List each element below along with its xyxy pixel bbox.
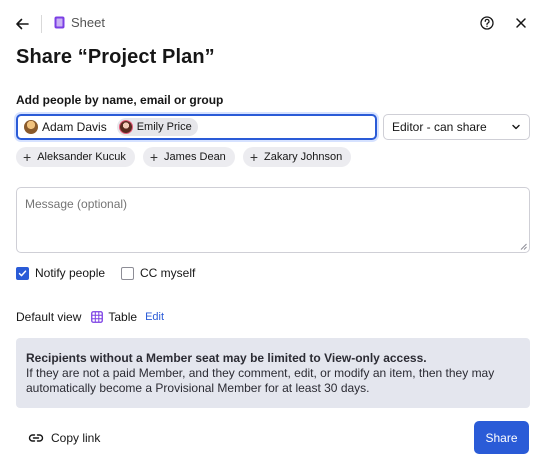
sheet-icon xyxy=(54,16,65,29)
copy-link-label: Copy link xyxy=(51,431,101,445)
dialog-title: Share “Project Plan” xyxy=(16,46,215,68)
default-view-value: Table xyxy=(91,310,137,324)
default-view-text: Table xyxy=(108,310,138,324)
dialog-header: Sheet xyxy=(0,0,544,48)
add-people-label: Add people by name, email or group xyxy=(16,93,224,107)
role-select-value: Editor - can share xyxy=(392,120,487,134)
avatar xyxy=(118,120,133,134)
copy-link-button[interactable]: Copy link xyxy=(28,431,100,445)
chevron-down-icon xyxy=(512,124,520,130)
suggested-people: + Aleksander Kucuk + James Dean + Zakary… xyxy=(16,147,352,167)
doc-type-label: Sheet xyxy=(71,15,105,30)
plus-icon: + xyxy=(149,149,159,165)
plus-icon: + xyxy=(23,149,32,165)
person-chip[interactable]: Emily Price xyxy=(116,118,198,136)
checkbox-unchecked-icon xyxy=(121,266,134,280)
suggestion-chip[interactable]: + Aleksander Kucuk xyxy=(16,147,135,167)
checkbox-checked-icon xyxy=(16,266,29,280)
table-grid-icon xyxy=(91,311,104,323)
suggestion-chip[interactable]: + James Dean xyxy=(142,147,235,167)
resize-handle-icon[interactable] xyxy=(520,243,527,250)
suggestion-name: James Dean xyxy=(164,151,226,163)
arrow-left-icon xyxy=(16,18,29,30)
role-select[interactable]: Editor - can share xyxy=(383,114,530,140)
suggestion-chip[interactable]: + Zakary Johnson xyxy=(242,147,352,167)
default-view-row: Default view Table Edit xyxy=(16,310,164,324)
share-button[interactable]: Share xyxy=(474,421,529,454)
close-icon xyxy=(516,18,526,28)
suggestion-name: Aleksander Kucuk xyxy=(37,151,126,163)
doc-type-tag: Sheet xyxy=(54,15,105,30)
help-circle-icon xyxy=(480,16,494,30)
person-chip[interactable]: Adam Davis xyxy=(22,118,113,136)
notify-people-checkbox[interactable]: Notify people xyxy=(16,266,105,280)
plus-icon: + xyxy=(249,149,258,165)
person-chip-name: Emily Price xyxy=(136,121,192,133)
default-view-label: Default view xyxy=(16,310,82,324)
cc-myself-label: CC myself xyxy=(140,266,196,280)
close-button[interactable] xyxy=(514,16,530,32)
people-input[interactable]: Adam Davis Emily Price xyxy=(16,114,377,140)
link-icon xyxy=(28,434,44,442)
person-chip-name: Adam Davis xyxy=(42,120,107,134)
suggestion-name: Zakary Johnson xyxy=(264,151,343,163)
member-seat-notice: Recipients without a Member seat may be … xyxy=(16,338,530,408)
back-button[interactable] xyxy=(12,14,32,34)
avatar xyxy=(24,120,38,134)
cc-myself-checkbox[interactable]: CC myself xyxy=(121,266,195,280)
header-divider xyxy=(41,15,42,33)
message-field[interactable] xyxy=(16,187,530,253)
notify-people-label: Notify people xyxy=(35,266,106,280)
notice-body: If they are not a paid Member, and they … xyxy=(26,366,495,395)
notice-heading: Recipients without a Member seat may be … xyxy=(26,351,427,365)
edit-default-view-link[interactable]: Edit xyxy=(145,311,164,323)
help-button[interactable] xyxy=(480,16,496,32)
